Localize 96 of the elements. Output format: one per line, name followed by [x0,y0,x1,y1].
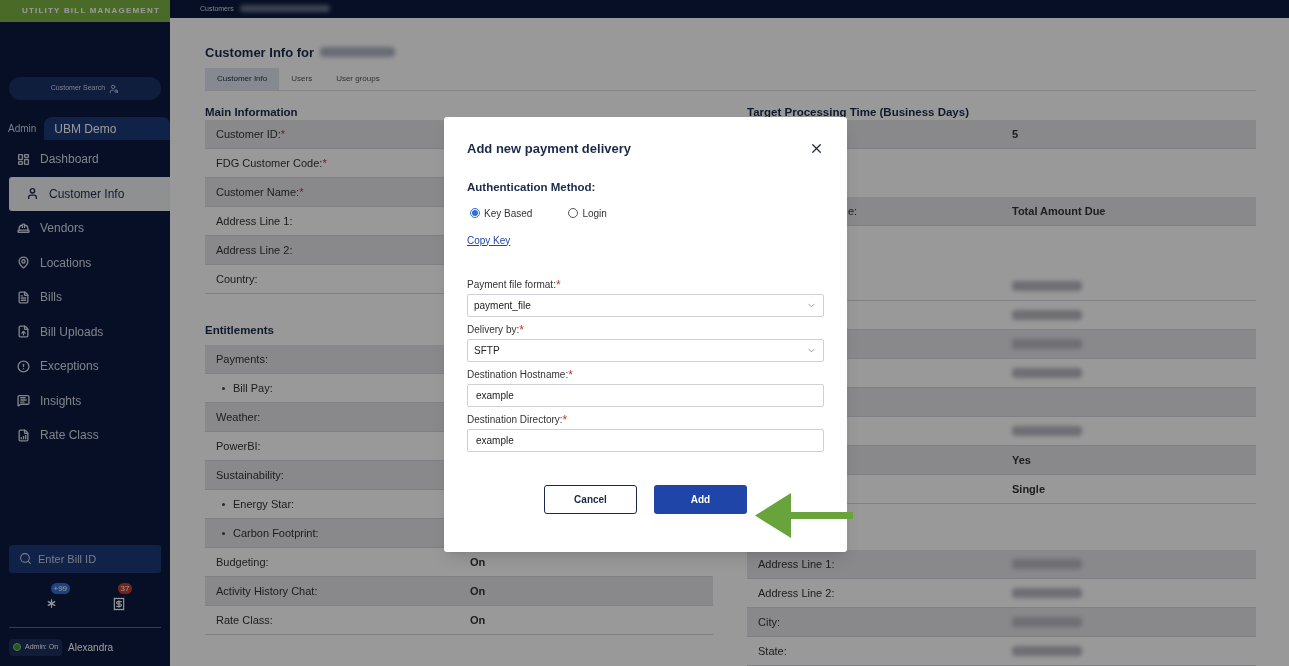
nav-item[interactable]: Rate Class [0,418,170,453]
redacted-text [1012,368,1082,378]
notification-badge: +99 [50,583,71,594]
redacted-text [1012,617,1082,627]
row-label: Carbon Footprint: [233,526,319,541]
section-heading: Entitlements [205,323,274,338]
section-heading: Main Information [205,105,298,120]
row-label: State: [758,643,787,659]
required-mark: * [562,412,568,427]
notification-badge: 37 [117,583,133,594]
chart-icon [17,428,30,442]
row-label: Budgeting: [216,555,269,570]
app-title: UTILITY BILL MANAGEMENT [22,5,160,17]
required-mark: * [555,277,561,292]
field-label: Destination Hostname: [467,367,569,382]
bullet-icon [222,502,225,506]
page-tab[interactable]: User groups [324,68,392,90]
row-label: Address Line 2: [758,585,835,601]
required-mark: * [280,126,286,142]
row-label: Rate Class: [216,613,273,628]
required-mark: * [322,155,327,171]
row-label: Country: [216,271,258,287]
map-pin-icon [17,256,30,270]
document-icon [17,290,30,304]
bullet-icon [222,386,225,390]
user-icon [26,187,39,201]
nav-item[interactable]: Bill Uploads [0,314,170,349]
required-mark: * [519,322,524,337]
field-label: Delivery by: [467,322,520,337]
redacted-text [1012,339,1082,349]
search-icon [19,552,32,565]
page-tab[interactable]: Users [279,68,325,90]
nav-item[interactable]: Exceptions [0,349,170,384]
row-label: Customer Name: [216,184,300,200]
nav-item[interactable]: Dashboard [0,142,170,177]
auth-method-label: Authentication Method: [467,179,597,195]
row-value: 5 [1012,126,1019,142]
row-label: e: [848,203,858,219]
dialog-title: Add new payment delivery [467,140,631,158]
sidebar-tab[interactable]: UBM Demo [44,117,170,140]
text-field[interactable]: example [467,428,824,452]
dropdown-field[interactable]: payment_file [467,293,824,317]
row-label: Sustainability: [216,468,284,483]
row-label: Bill Pay: [233,381,273,396]
required-mark: * [299,184,304,200]
row-value: On [470,555,486,570]
row-label: Payments: [216,352,268,367]
row-value: Single [1012,481,1045,497]
nav-item[interactable]: Customer Info [9,176,170,211]
text-field[interactable]: example [467,383,824,407]
row-label: Energy Star: [233,497,295,512]
row-label: Address Line 1: [758,556,835,572]
file-upload-icon [17,325,30,339]
row-label: City: [758,614,780,630]
row-label: Address Line 1: [216,213,293,229]
dropdown-field[interactable]: SFTP [467,338,824,362]
redacted-text [1012,281,1082,291]
cancel-button[interactable]: Cancel [544,484,637,514]
page-title: Customer Info for [205,43,315,62]
row-value: On [470,584,486,599]
redacted-text [1012,310,1082,320]
row-label: Weather: [216,410,261,425]
receipt-icon [111,597,126,611]
required-mark: * [568,367,573,382]
redacted-text [1012,559,1082,569]
field-label: Destination Directory: [467,412,563,427]
nav-item[interactable]: Bills [0,280,170,315]
message-icon [17,394,30,408]
dashboard-icon [17,152,30,166]
copy-key-link[interactable]: Copy Key [467,232,511,248]
row-label: Address Line 2: [216,242,293,258]
row-value: Total Amount Due [1012,203,1106,219]
nav-item[interactable]: Insights [0,383,170,418]
hard-hat-icon [17,221,30,235]
add-button[interactable]: Add [654,484,747,514]
nav-item[interactable]: Vendors [0,211,170,246]
user-search-icon [109,83,120,94]
section-heading: Target Processing Time (Business Days) [747,105,969,120]
radio-option[interactable]: Key Based [470,205,533,221]
row-label: FDG Customer Code: [216,155,323,171]
redacted-text [1012,426,1082,436]
row-value: Yes [1012,452,1031,468]
page-tab[interactable]: Customer Info [205,68,280,90]
bill-id-search-field[interactable]: Enter Bill ID [9,545,161,573]
redacted-text [1012,588,1082,598]
row-value: On [470,613,486,628]
radio-option[interactable]: Login [568,205,607,221]
bullet-icon [222,531,225,535]
row-label: Activity History Chat: [216,584,318,599]
row-label: PowerBI: [216,439,261,454]
nav-item[interactable]: Locations [0,245,170,280]
user-name: Alexandra [68,640,114,655]
field-label: Payment file format: [467,277,556,292]
row-label: Customer ID: [216,126,281,142]
redacted-text [1012,646,1082,656]
alert-icon [17,359,30,373]
